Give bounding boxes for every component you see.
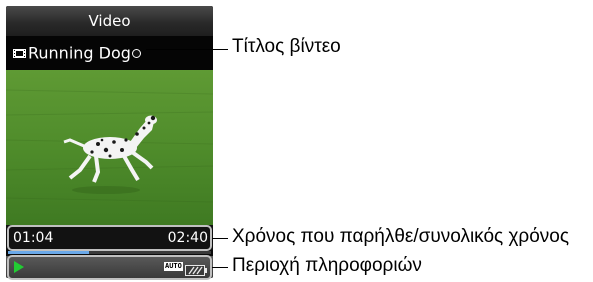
film-icon bbox=[13, 49, 26, 58]
video-frame bbox=[6, 70, 213, 225]
video-title-bar: Running Dog bbox=[6, 36, 213, 70]
info-area-callout-label: Περιοχή πληροφοριών bbox=[232, 255, 422, 276]
title-callout-line bbox=[146, 49, 228, 50]
info-callout-line bbox=[212, 267, 228, 268]
progress-fill bbox=[8, 251, 90, 254]
time-callout-box bbox=[7, 225, 212, 251]
screen-title: Video bbox=[6, 6, 213, 36]
time-callout-line bbox=[212, 238, 228, 239]
selection-marker-icon bbox=[131, 49, 141, 58]
video-title-callout-label: Τίτλος βίντεο bbox=[232, 36, 341, 57]
progress-track bbox=[8, 251, 211, 254]
info-callout-box bbox=[7, 255, 212, 280]
video-title: Running Dog bbox=[28, 43, 131, 63]
elapsed-total-callout-label: Χρόνος που παρήλθε/συνολικός χρόνος bbox=[232, 226, 570, 247]
